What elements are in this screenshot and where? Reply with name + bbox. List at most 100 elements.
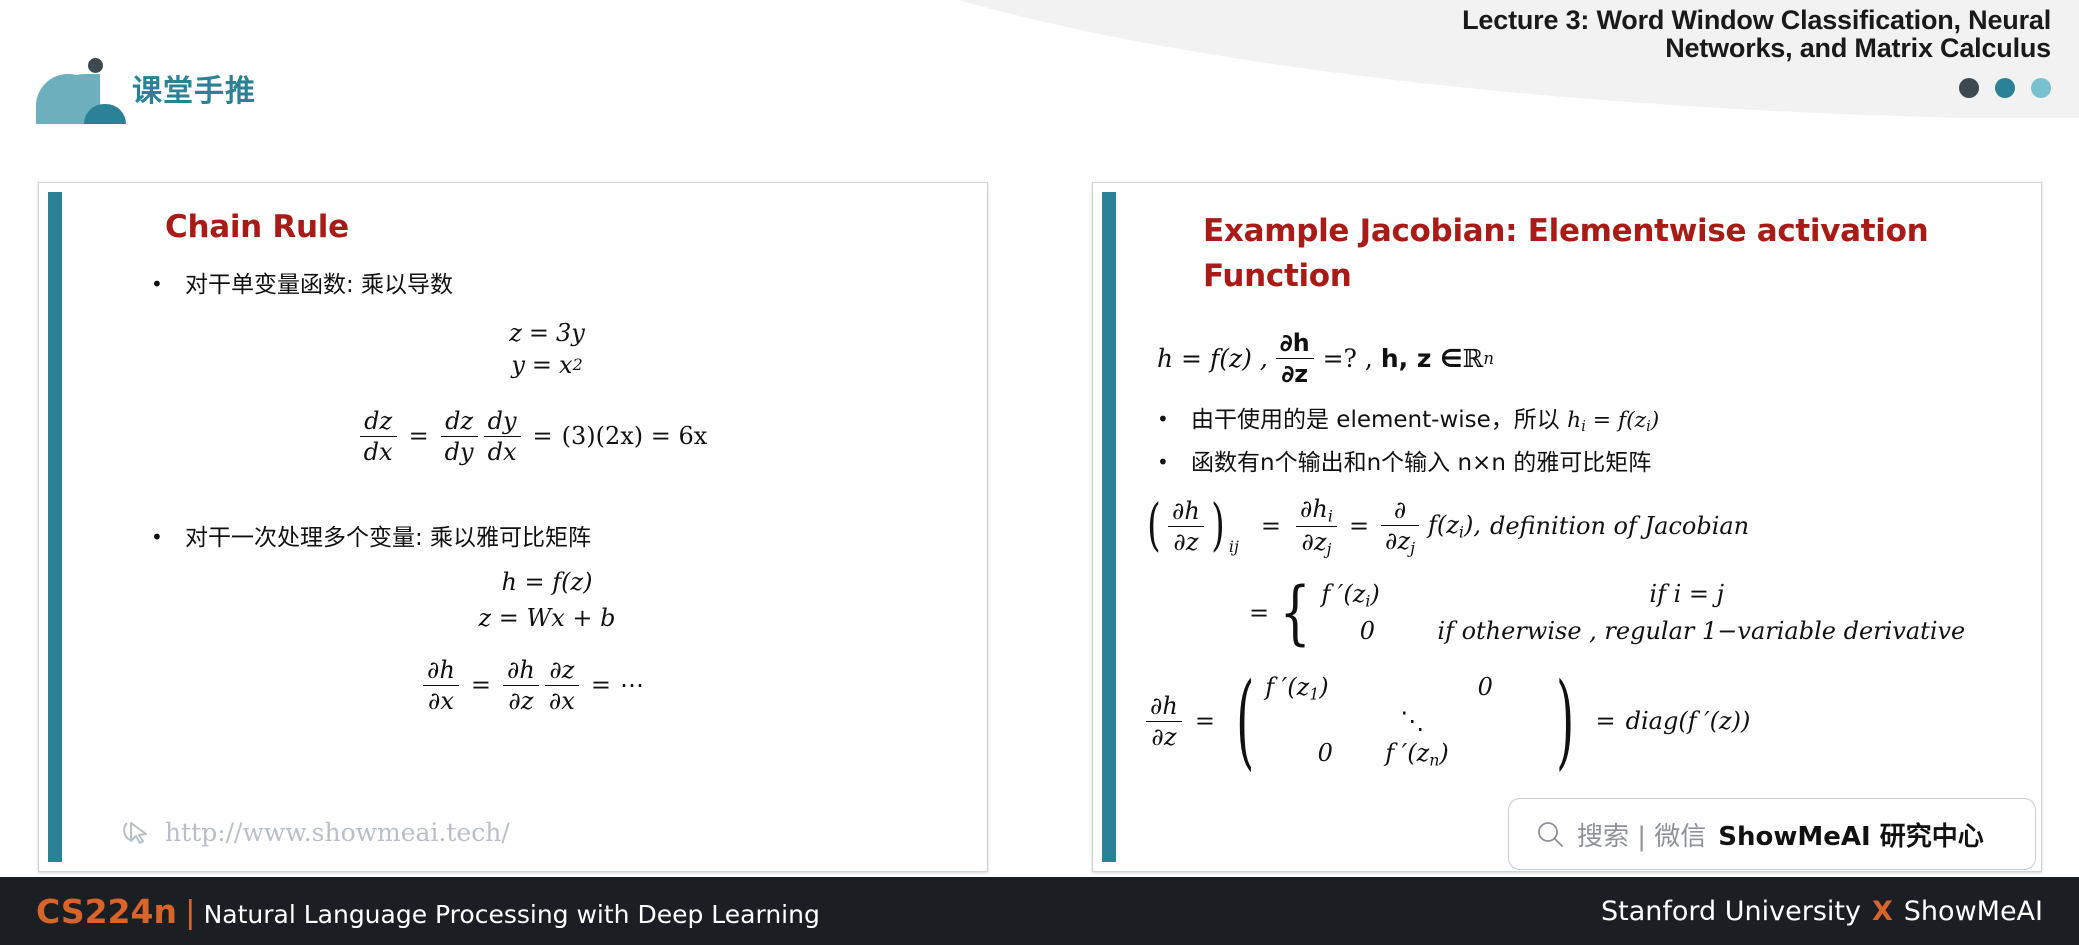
chain-frac-1-num: dz [359,407,397,437]
jacobian-frac-1-num: ∂hi [1296,495,1337,527]
matrix-cell-top-left: f ′(z1) [1265,673,1425,703]
left-panel-body: Chain Rule • 对干单变量函数: 乘以导数 z = 3y y = x2… [85,191,969,863]
jacobian-fz-text: f(z [1428,511,1459,540]
matrix-cell-tl-text: f ′(z [1265,672,1310,701]
matrix-cell-tl-sub: 1 [1309,684,1320,704]
chain-frac-dz-dy: dz dy [440,407,478,466]
footer-right: Stanford University X ShowMeAI [1601,896,2043,927]
case-2-value: 0 [1359,616,1376,645]
partial-frac-dh-dx: ∂h ∂x [423,656,459,715]
course-name: Natural Language Processing with Deep Le… [203,899,820,929]
jacobian-lhs-frac: ∂h ∂z [1168,497,1204,556]
footer-x-symbol: X [1871,895,1893,927]
jacobian-lhs-den: ∂z [1173,527,1199,556]
left-bullet-1: • 对干单变量函数: 乘以导数 [151,271,969,301]
left-panel-accent-bar [48,192,62,862]
right-eq-top: h = f(z) , ∂h ∂z =? , h, z ∈ ℝn [1157,329,2023,388]
eq-y-operator: = [531,350,553,379]
partial-frac-2-den: ∂z [508,686,534,715]
eq-top-frac-den: ∂z [1281,359,1309,388]
left-paren-icon: ( [1147,493,1161,559]
search-brand-label: ShowMeAI 研究中心 [1718,821,1984,852]
lecture-title: Lecture 3: Word Window Classification, N… [1291,6,2051,62]
footer-bar: CS224n | Natural Language Processing wit… [0,877,2079,945]
jacobian-frac-1-den: ∂zj [1296,527,1337,558]
right-paren-icon: ) [1211,493,1225,559]
right-panel-title-line-2: Function [1203,257,1352,294]
right-bullet-1-prefix: 由干使用的是 element-wise，所以 [1191,406,1568,433]
matrix-right-paren-icon: ) [1556,660,1575,781]
left-chain-rule-equation: dz dx = dz dy dy dx = (3)(2x) = 6x [85,407,969,466]
jacobian-frac-2-den: ∂zj [1381,526,1419,557]
chain-frac-3-num: dy [483,407,521,437]
search-icon [1538,822,1563,847]
diag-op-2: = [1595,707,1616,736]
jacobian-op-1: = [1260,512,1281,541]
eq-y-rhs: x [559,350,573,379]
chain-frac-3-den: dx [487,437,517,466]
matrix-ellipsis-icon: ⋱ [1400,707,1425,736]
partial-frac-3-den: ∂x [548,686,575,715]
diagonal-matrix-equation: ∂h ∂z = ( f ′(z1) 0 ⋱ 0 f ′(zn) ) = diag… [1143,660,2023,781]
course-code: CS224n [36,891,177,931]
chain-frac-dz-dx: dz dx [359,407,397,466]
diag-op-1: = [1194,707,1215,736]
bullet-dot-icon: • [1157,449,1169,474]
footer-separator: | [185,892,195,930]
jacobian-frac-2-num: ∂ [1381,496,1420,526]
left-bullet-2: • 对干一次处理多个变量: 乘以雅可比矩阵 [151,524,969,554]
jacobian-frac-1-num-text: ∂h [1300,494,1328,523]
jacobian-frac-1-den-sub: j [1326,539,1332,559]
case-1-end: ) [1370,580,1380,609]
bullet-dot-icon: • [151,272,163,296]
left-eq-z: z = 3y [85,319,969,347]
chain-frac-2-den: dy [444,437,474,466]
eq-top-part-3: h, z ∈ [1380,343,1463,373]
bullet-dot-icon: • [151,524,163,549]
partial-frac-3-num: ∂z [544,656,579,686]
right-panel-title: Example Jacobian: Elementwise activation… [1203,209,1993,299]
cursor-icon [123,822,147,844]
partial-eq-ellipsis: ⋯ [619,671,644,700]
left-eq-h-fz: h = f(z) [85,568,969,596]
eq-top-frac: ∂h ∂z [1275,329,1314,388]
right-slide-panel: Example Jacobian: Elementwise activation… [1092,182,2042,872]
matrix-row-1: f ′(z1) 0 [1265,673,1545,703]
logo-label: 课堂手推 [132,74,256,109]
footer-institution: Stanford University [1601,895,1861,927]
partial-frac-2-num: ∂h [503,656,539,686]
jacobian-lhs-subscript: ij [1228,537,1239,557]
right-panel-title-line-1: Example Jacobian: Elementwise activation [1203,213,1929,249]
cases-op: = [1249,598,1270,627]
partial-eq-op-2: = [590,671,611,700]
jacobian-fz: f(zi), [1428,511,1481,541]
watermark: http://www.showmeai.tech/ [121,817,510,847]
brand-logo: 课堂手推 [36,52,346,124]
eq-y-exponent: 2 [572,355,583,375]
case-1-value: f ′(zi) [1321,580,1531,610]
case-row-2: 0 if otherwise , regular 1−variable deri… [1321,616,1966,645]
matrix-row-2: ⋱ [1265,707,1545,735]
logo-dot-icon [88,58,103,73]
case-2-condition: if otherwise , regular 1−variable deriva… [1437,616,1966,645]
partial-frac-dh-dz: ∂h ∂z [503,656,539,715]
jacobian-lhs-num: ∂h [1168,497,1204,527]
search-box[interactable]: 搜索 | 微信 ShowMeAI 研究中心 [1508,798,2036,870]
partial-frac-1-num: ∂h [423,656,459,686]
right-bullet-2-text: 函数有n个输出和n个输入 n×n 的雅可比矩阵 [1191,449,1652,476]
right-bullet-1-mid: = f(z [1585,407,1647,433]
eq-z-wxb-text: z = Wx + b [478,603,616,632]
right-bullet-1-text: 由干使用的是 element-wise，所以 hi = f(zi) [1191,406,2023,437]
partial-frac-dz-dx: ∂z ∂x [544,656,579,715]
footer-brand: ShowMeAI [1903,895,2043,927]
chain-frac-dy-dx: dy dx [483,407,521,466]
left-panel-title: Chain Rule [165,209,349,245]
jacobian-frac-d-dzj: ∂ ∂zj [1381,496,1420,557]
lecture-title-line-1: Lecture 3: Word Window Classification, N… [1462,5,2051,35]
right-bullet-1-end: ) [1650,407,1660,433]
eq-top-part-1: h = f(z) , [1157,343,1268,373]
eq-z-operator: = [528,318,549,347]
jacobian-definition-equation: ( ∂h ∂z ) ij = ∂hi ∂zj = ∂ ∂zj f(zi), de… [1143,495,2023,559]
right-bullet-1: • 由干使用的是 element-wise，所以 hi = f(zi) [1157,406,2023,437]
jacobian-op-2: = [1348,512,1370,541]
